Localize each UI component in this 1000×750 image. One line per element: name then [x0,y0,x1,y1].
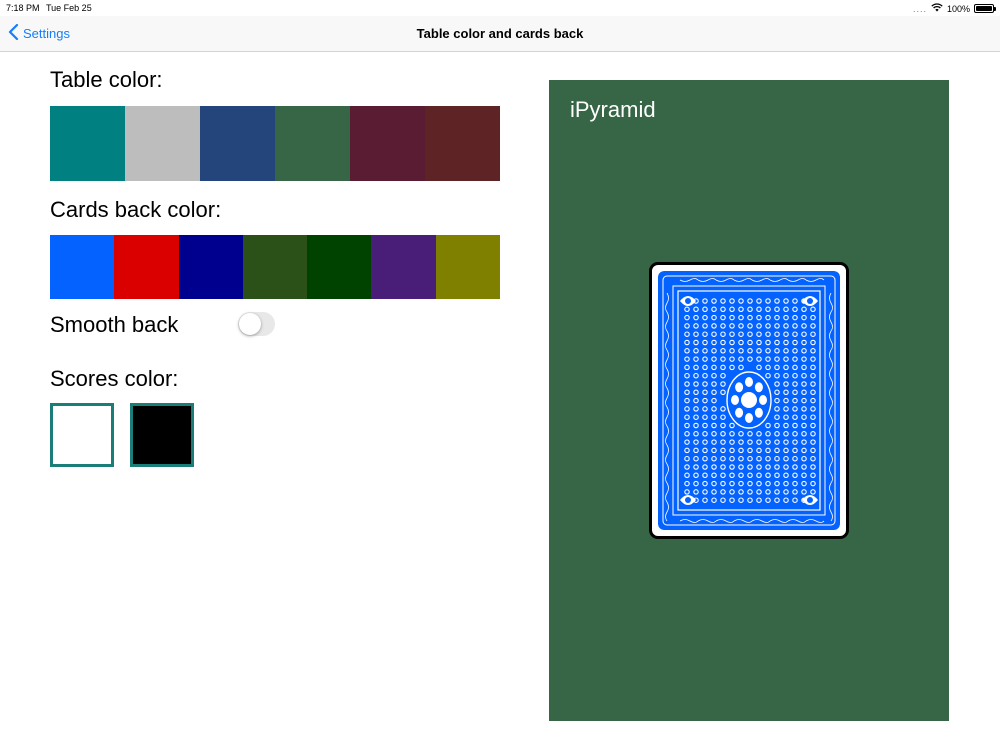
signal-icon: .... [912,3,927,14]
cards-back-color-swatch-5[interactable] [307,235,372,299]
table-color-swatch-2[interactable] [125,106,200,181]
card-back-pattern [658,271,840,530]
status-date: Tue Feb 25 [46,3,92,13]
card-corner-dot [807,298,813,304]
status-bar: 7:18 PM Tue Feb 25 .... 100% [0,0,1000,16]
scores-color-label: Scores color: [50,366,179,391]
status-time: 7:18 PM [6,3,40,13]
table-color-label: Table color: [50,67,163,92]
smooth-back-toggle[interactable] [238,312,275,336]
card-center-petal [754,407,763,418]
card-center-petal [735,407,744,418]
cards-back-color-swatch-3[interactable] [178,235,243,299]
wifi-icon [931,3,943,14]
table-preview: iPyramid [549,80,949,721]
card-center-petal [745,377,753,387]
battery-icon [974,4,996,13]
score-color-black[interactable] [130,403,194,467]
card-preview [649,262,849,539]
preview-app-name: iPyramid [570,97,656,122]
cards-back-color-swatch-2[interactable] [114,235,179,299]
card-corner-dot [685,298,691,304]
table-color-swatches [50,106,500,181]
card-center-petal [731,395,739,405]
navigation-bar: Settings Table color and cards back [0,16,1000,52]
table-color-swatch-4[interactable] [275,106,350,181]
cards-back-color-swatches [50,235,501,299]
score-color-white[interactable] [50,403,114,467]
cards-back-color-swatch-4[interactable] [242,235,308,299]
cards-back-color-label: Cards back color: [50,197,222,222]
table-color-swatch-3[interactable] [200,106,275,181]
card-corner-dot [807,497,813,503]
page-title: Table color and cards back [416,26,584,41]
card-corner-dot [685,497,691,503]
card-center-petal [754,382,763,393]
status-right: .... 100% [912,3,996,14]
card-center-petal [745,413,753,423]
table-color-swatch-1[interactable] [50,106,125,181]
toggle-knob [239,313,261,335]
card-center-petal [735,382,744,393]
card-center-core [741,392,757,408]
cards-back-color-swatch-6[interactable] [371,235,436,299]
table-color-swatch-5[interactable] [350,106,425,181]
card-center-petal [759,395,767,405]
cards-back-color-swatch-1[interactable] [50,235,115,299]
table-color-swatch-6[interactable] [425,106,500,181]
battery-percent: 100% [946,3,970,14]
cards-back-color-swatch-7[interactable] [435,235,501,299]
smooth-back-label: Smooth back [50,312,179,337]
